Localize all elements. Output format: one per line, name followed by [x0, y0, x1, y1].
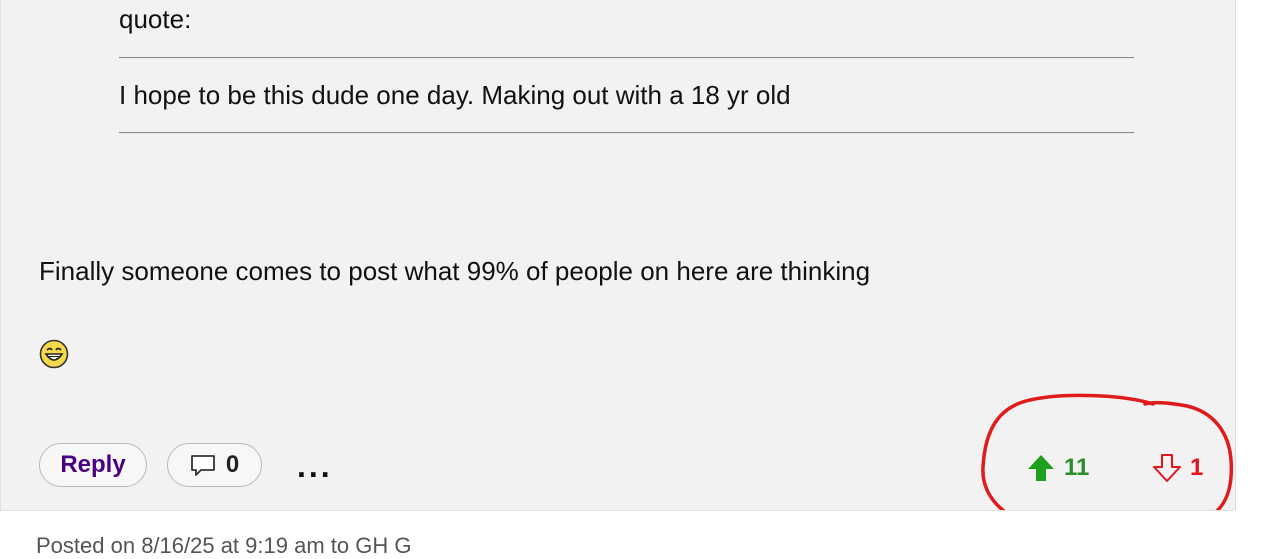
- quote-divider-bottom: [119, 132, 1134, 134]
- next-post: Posted on 8/16/25 at 9:19 am to GH G: [0, 510, 1234, 558]
- downvote-button[interactable]: 1: [1152, 453, 1203, 483]
- comment-count: 0: [225, 451, 240, 478]
- reply-button-label: Reply: [60, 451, 126, 478]
- down-arrow-icon: [1153, 454, 1181, 482]
- more-options-button[interactable]: ...: [297, 448, 333, 485]
- speech-bubble-icon: [190, 455, 215, 476]
- post-card: quote: I hope to be this dude one day. M…: [0, 0, 1236, 510]
- upvote-button[interactable]: 11: [1026, 453, 1089, 483]
- quote-text: I hope to be this dude one day. Making o…: [119, 80, 791, 110]
- quote-label: quote:: [119, 4, 192, 34]
- post-body-text: Finally someone comes to post what 99% o…: [39, 256, 871, 286]
- next-post-meta: Posted on 8/16/25 at 9:19 am to GH G: [36, 533, 412, 558]
- reply-button[interactable]: Reply: [39, 443, 147, 487]
- laughing-emoji-icon: [39, 339, 69, 369]
- downvote-count: 1: [1190, 454, 1204, 481]
- upvote-count: 11: [1064, 454, 1090, 481]
- quote-divider-top: [119, 57, 1134, 59]
- up-arrow-icon: [1028, 455, 1054, 481]
- comments-button[interactable]: 0: [167, 443, 262, 487]
